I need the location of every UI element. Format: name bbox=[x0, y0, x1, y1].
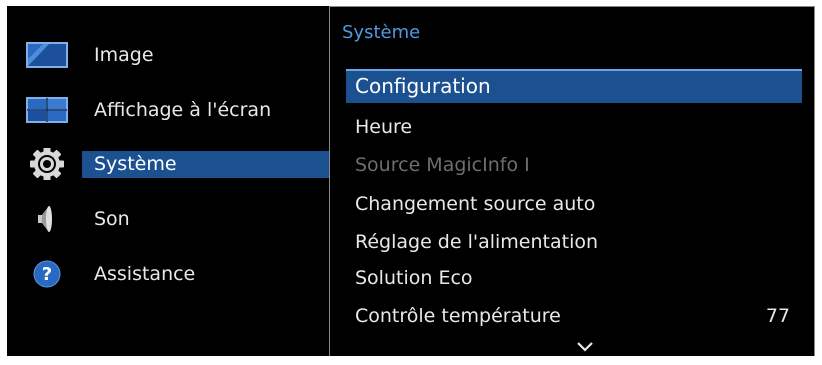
submenu-title: Système bbox=[342, 22, 421, 43]
main-menu-item-onscreen-display[interactable]: Affichage à l'écran bbox=[7, 88, 333, 132]
onscreen-display-icon bbox=[25, 94, 69, 126]
submenu-item-label: Source MagicInfo I bbox=[355, 154, 530, 176]
main-menu-label: Affichage à l'écran bbox=[94, 99, 272, 121]
speaker-icon bbox=[25, 203, 69, 235]
submenu-item-label: Configuration bbox=[355, 74, 491, 98]
main-menu-label: Son bbox=[94, 208, 130, 230]
picture-icon bbox=[25, 39, 69, 71]
main-menu-label: Système bbox=[94, 153, 177, 175]
submenu-item-reglage-alimentation[interactable]: Réglage de l'alimentation bbox=[346, 225, 802, 259]
gear-icon bbox=[25, 147, 69, 181]
submenu-item-heure[interactable]: Heure bbox=[346, 110, 802, 144]
submenu-item-label: Changement source auto bbox=[355, 193, 596, 215]
chevron-down-icon[interactable] bbox=[575, 339, 595, 353]
submenu-item-controle-temperature[interactable]: Contrôle température 77 bbox=[346, 299, 802, 333]
tv-menu-screen: Image Affichage à l'écran Système Son ? … bbox=[0, 0, 822, 365]
submenu-item-label: Réglage de l'alimentation bbox=[355, 231, 599, 253]
submenu-item-label: Solution Eco bbox=[355, 267, 473, 289]
submenu-item-label: Contrôle température bbox=[355, 305, 561, 327]
help-icon: ? bbox=[25, 258, 69, 290]
submenu-item-configuration[interactable]: Configuration bbox=[346, 69, 802, 103]
main-menu-label: Image bbox=[94, 44, 154, 66]
submenu-panel: Système Configuration Heure Source Magic… bbox=[329, 6, 815, 356]
submenu-item-changement-source-auto[interactable]: Changement source auto bbox=[346, 187, 802, 221]
temperature-value: 77 bbox=[765, 305, 790, 327]
submenu-item-label: Heure bbox=[355, 116, 413, 138]
submenu-item-source-magicinfo: Source MagicInfo I bbox=[346, 148, 802, 182]
submenu-item-solution-eco[interactable]: Solution Eco bbox=[346, 261, 802, 295]
main-menu-item-systeme[interactable]: Système bbox=[7, 142, 333, 186]
svg-text:?: ? bbox=[42, 264, 52, 285]
main-menu-label: Assistance bbox=[94, 263, 196, 285]
main-menu-item-assistance[interactable]: ? Assistance bbox=[7, 252, 333, 296]
main-menu: Image Affichage à l'écran Système Son ? … bbox=[7, 6, 333, 356]
main-menu-item-son[interactable]: Son bbox=[7, 197, 333, 241]
main-menu-item-image[interactable]: Image bbox=[7, 33, 333, 77]
